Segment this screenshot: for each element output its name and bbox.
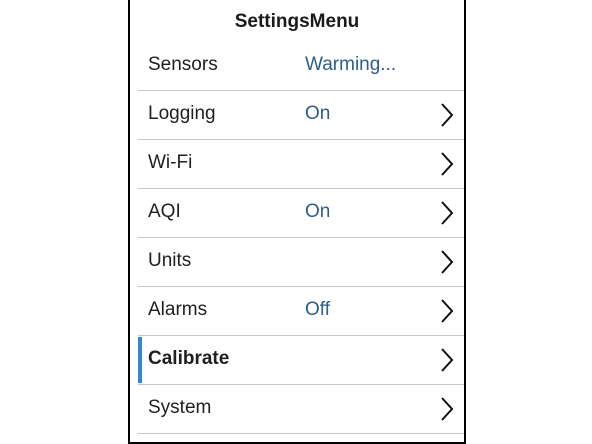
chevron-right-icon — [440, 299, 454, 323]
menu-item-label: Alarms — [148, 299, 208, 320]
menu-item-calibrate[interactable]: Calibrate — [138, 336, 464, 385]
menu-item-label: AQI — [148, 201, 181, 222]
menu-item-label: Logging — [148, 103, 216, 124]
menu-item-value: On — [305, 103, 331, 124]
menu-item-units[interactable]: Units — [138, 238, 464, 287]
menu-item-label: Sensors — [148, 54, 218, 75]
page-title: SettingsMenu — [234, 11, 360, 32]
chevron-right-icon — [440, 201, 454, 225]
chevron-right-icon — [440, 348, 454, 372]
menu-item-value: Off — [305, 299, 330, 320]
menu-item-label: Units — [148, 250, 192, 271]
chevron-right-icon — [440, 103, 454, 127]
menu-item-alarms[interactable]: Alarms Off — [138, 287, 464, 336]
device-screen: SettingsMenu Sensors Warming... Logging … — [128, 0, 466, 444]
chevron-right-icon — [440, 152, 454, 176]
menu-item-label: Wi-Fi — [148, 152, 193, 173]
menu-item-sensors[interactable]: Sensors Warming... — [138, 42, 464, 91]
settings-menu: Sensors Warming... Logging On Wi-Fi AQI … — [138, 42, 464, 434]
menu-item-value: On — [305, 201, 331, 222]
menu-item-logging[interactable]: Logging On — [138, 91, 464, 140]
menu-item-label: System — [148, 397, 212, 418]
menu-item-aqi[interactable]: AQI On — [138, 189, 464, 238]
chevron-right-icon — [440, 250, 454, 274]
chevron-right-icon — [440, 397, 454, 421]
menu-item-label: Calibrate — [148, 348, 230, 369]
menu-item-value: Warming... — [305, 54, 397, 75]
menu-item-wifi[interactable]: Wi-Fi — [138, 140, 464, 189]
menu-item-system[interactable]: System — [138, 385, 464, 434]
selection-indicator — [138, 337, 142, 383]
